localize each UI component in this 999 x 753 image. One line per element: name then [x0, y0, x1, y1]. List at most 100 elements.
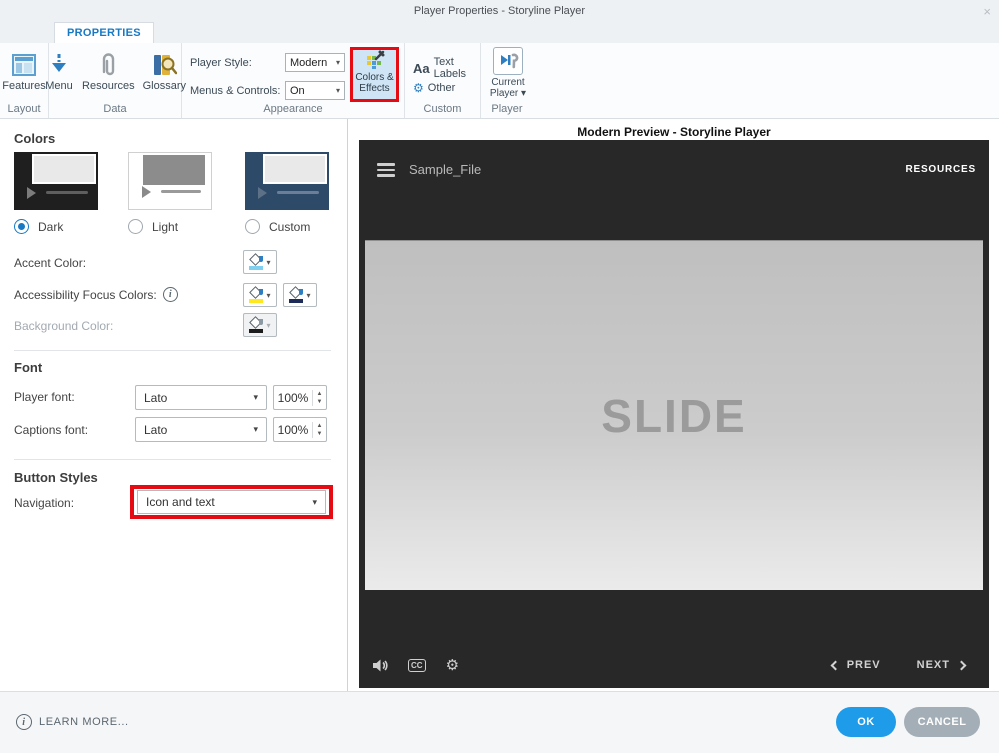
info-icon[interactable]: i	[162, 287, 178, 302]
background-color-dropdown: ▾	[243, 313, 277, 337]
ribbon-group-custom: Aa Text Labels ⚙ Other Custom	[405, 43, 481, 118]
spin-up-icon[interactable]: ▲	[317, 390, 323, 398]
captions-font-value: Lato	[144, 422, 168, 437]
player-preview: Sample_File RESOURCES SLIDE CC ⚙ PREV NE…	[359, 140, 989, 688]
next-button[interactable]: NEXT	[916, 659, 967, 671]
spin-down-icon[interactable]: ▼	[317, 398, 323, 406]
background-color-row: Background Color:	[14, 319, 113, 333]
closed-captions-icon[interactable]: CC	[408, 658, 426, 672]
title-bar: Player Properties - Storyline Player ×	[0, 0, 999, 22]
chevron-down-icon: ▾	[253, 392, 258, 402]
text-labels-button[interactable]: Aa Text Labels	[413, 56, 480, 80]
player-style-label: Player Style:	[190, 56, 252, 69]
player-style-value: Modern	[290, 56, 328, 69]
dark-theme-thumbnail	[14, 152, 98, 210]
paint-bucket-icon	[249, 253, 264, 270]
close-icon[interactable]: ×	[983, 4, 991, 19]
dark-radio[interactable]	[14, 219, 29, 234]
settings-panel: Colors Dark Light Custom Accent Color: ▾…	[0, 119, 348, 691]
menus-controls-label: Menus & Controls:	[190, 84, 281, 97]
glossary-button[interactable]: Glossary	[143, 50, 186, 92]
learn-more-label: LEARN MORE...	[39, 716, 129, 728]
text-labels-label: Text Labels	[433, 56, 467, 80]
volume-icon[interactable]	[372, 658, 388, 673]
player-font-row: Player font:	[14, 390, 75, 404]
paperclip-icon	[93, 50, 123, 80]
accessibility-colors-row: Accessibility Focus Colors: i	[14, 287, 178, 302]
chevron-down-icon: ▾	[253, 424, 258, 434]
accessibility-colors-label: Accessibility Focus Colors:	[14, 287, 157, 302]
chevron-left-icon	[830, 660, 841, 670]
light-radio[interactable]	[128, 219, 143, 234]
tab-properties[interactable]: PROPERTIES	[54, 22, 154, 43]
ribbon-tab-row: PROPERTIES	[0, 22, 999, 43]
menu-label: Menu	[45, 80, 73, 92]
player-file-title: Sample_File	[409, 162, 482, 177]
paint-bucket-icon	[249, 286, 264, 303]
player-bottom-bar: CC ⚙ PREV NEXT	[359, 642, 989, 688]
learn-more-link[interactable]: i LEARN MORE...	[16, 714, 129, 730]
light-theme-thumbnail	[128, 152, 212, 210]
accent-color-row: Accent Color:	[14, 256, 86, 270]
ok-button[interactable]: OK	[836, 707, 896, 737]
spin-down-icon[interactable]: ▼	[317, 430, 323, 438]
group-label-data: Data	[103, 103, 127, 115]
player-font-label: Player font:	[14, 390, 75, 404]
player-header: Sample_File RESOURCES	[359, 140, 989, 198]
colors-effects-label-line1: Colors &	[355, 72, 394, 83]
colors-effects-button[interactable]: Colors & Effects	[350, 47, 399, 102]
chevron-right-icon	[956, 660, 967, 670]
font-heading: Font	[14, 360, 43, 375]
player-font-dropdown[interactable]: Lato ▾	[135, 385, 267, 410]
ribbon-group-layout: Features Layout	[0, 43, 49, 118]
captions-font-dropdown[interactable]: Lato ▾	[135, 417, 267, 442]
glossary-icon	[149, 50, 179, 80]
spin-up-icon[interactable]: ▲	[317, 422, 323, 430]
navigation-dropdown[interactable]: Icon and text ▾	[137, 490, 326, 514]
theme-option-dark[interactable]: Dark	[14, 152, 102, 234]
menus-controls-dropdown[interactable]: On ▾	[285, 81, 345, 100]
resources-tab[interactable]: RESOURCES	[905, 164, 976, 175]
button-styles-heading: Button Styles	[14, 470, 98, 485]
play-icon	[142, 186, 151, 198]
group-label-appearance: Appearance	[263, 103, 323, 115]
cancel-button[interactable]: CANCEL	[904, 707, 980, 737]
background-color-label: Background Color:	[14, 319, 114, 333]
menu-hamburger-icon[interactable]	[377, 163, 395, 177]
player-style-dropdown[interactable]: Modern ▾	[285, 53, 345, 72]
features-button[interactable]: Features	[2, 50, 46, 92]
next-label: NEXT	[916, 659, 950, 671]
captions-font-scale-stepper[interactable]: 100% ▲ ▼	[273, 417, 327, 442]
text-labels-icon: Aa	[413, 60, 430, 76]
paint-bucket-icon	[289, 286, 304, 303]
captions-font-scale-value: 100%	[277, 422, 309, 437]
accent-color-dropdown[interactable]: ▾	[243, 250, 277, 274]
navigation-label: Navigation:	[14, 496, 75, 510]
prev-button[interactable]: PREV	[830, 659, 881, 671]
ribbon-group-player: Current Player ▾ Player	[481, 43, 533, 118]
focus-color-2-dropdown[interactable]: ▾	[283, 283, 317, 307]
captions-font-label: Captions font:	[14, 423, 89, 437]
section-divider	[14, 459, 331, 460]
other-button[interactable]: ⚙ Other	[413, 81, 455, 95]
light-radio-label: Light	[152, 219, 179, 234]
custom-radio[interactable]	[245, 219, 260, 234]
preview-panel: Modern Preview - Storyline Player Sample…	[349, 119, 999, 691]
current-player-button[interactable]: Current Player ▾	[487, 47, 529, 99]
theme-option-light[interactable]: Light	[128, 152, 216, 234]
features-icon	[9, 50, 39, 80]
resources-button[interactable]: Resources	[82, 50, 135, 92]
menu-button[interactable]: Menu	[44, 50, 74, 92]
focus-color-1-dropdown[interactable]: ▾	[243, 283, 277, 307]
theme-option-custom[interactable]: Custom	[245, 152, 333, 234]
player-font-scale-stepper[interactable]: 100% ▲ ▼	[273, 385, 327, 410]
colors-heading: Colors	[14, 131, 56, 146]
navigation-highlight-box: Icon and text ▾	[130, 485, 333, 519]
current-player-label-line2: Player ▾	[489, 88, 527, 99]
ribbon-group-data: Menu Resources Glossary Data	[45, 43, 186, 118]
group-label-custom: Custom	[423, 103, 462, 115]
paint-bucket-icon	[249, 316, 264, 333]
resources-label: Resources	[82, 80, 135, 92]
settings-gear-icon[interactable]: ⚙	[446, 656, 459, 674]
menus-controls-value: On	[290, 84, 305, 97]
